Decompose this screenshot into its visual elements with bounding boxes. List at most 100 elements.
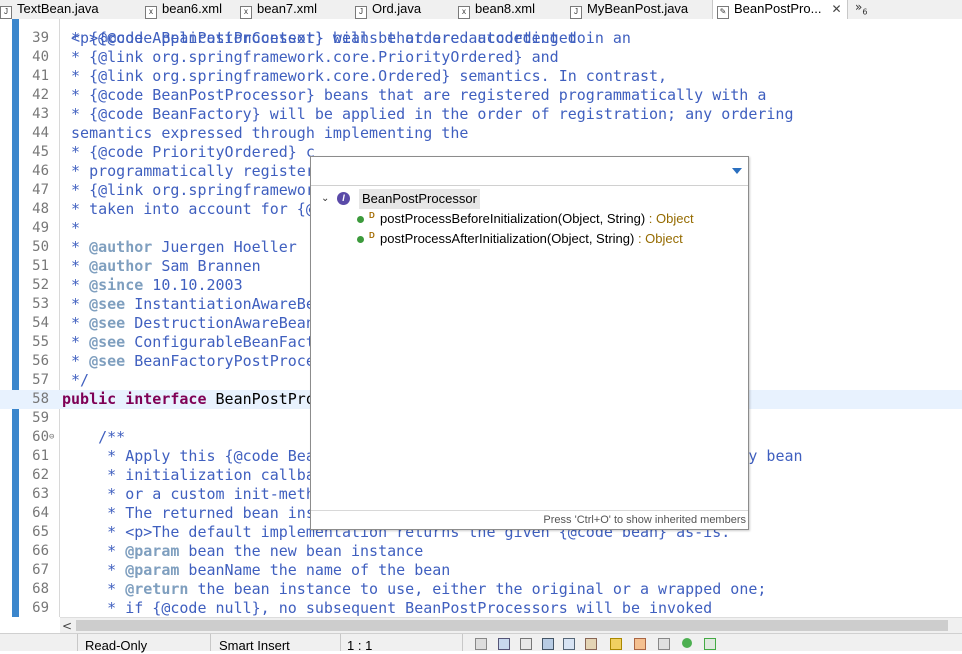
default-method-icon: D	[369, 231, 375, 240]
default-method-icon: D	[369, 211, 375, 220]
code-token: @author	[89, 238, 153, 256]
code-line[interactable]: 42 * {@code BeanPostProcessor} beans tha…	[0, 86, 962, 105]
code-token: * initialization callba	[62, 466, 315, 484]
code-line[interactable]: 39 * {@code ApplicationContext} will be …	[0, 29, 962, 48]
line-number: 53	[32, 296, 49, 312]
method-signature: postProcessBeforeInitialization(Object, …	[380, 209, 694, 229]
code-token: * programmatically register	[62, 162, 315, 180]
public-method-icon	[357, 236, 364, 243]
line-number: 48	[32, 201, 49, 217]
status-pencil-icon[interactable]	[634, 638, 646, 650]
status-run-icon[interactable]	[682, 638, 692, 648]
line-number: 69	[32, 600, 49, 616]
code-token: @param	[125, 542, 180, 560]
outline-footer: Press 'Ctrl+O' to show inherited members	[311, 510, 748, 529]
status-window-icon[interactable]	[542, 638, 554, 650]
code-token: * {@code PriorityOrdered} c	[62, 143, 315, 161]
code-text: * {@code BeanFactory} will be applied in…	[62, 105, 794, 124]
code-text: * {@link org.springframework.core.Ordere…	[62, 67, 667, 86]
line-number: 40	[32, 49, 49, 65]
line-number: 65	[32, 524, 49, 540]
code-token: BeanFactoryPostProce	[125, 352, 315, 370]
line-number: 64	[32, 505, 49, 521]
status-console-icon[interactable]	[520, 638, 532, 650]
code-line[interactable]: 66 * @param bean the new bean instance	[0, 542, 962, 561]
public-method-icon	[357, 216, 364, 223]
quick-outline-popup[interactable]: ⌄ I BeanPostProcessor DpostProcessBefore…	[310, 156, 749, 530]
outline-method-node[interactable]: DpostProcessAfterInitialization(Object, …	[311, 229, 748, 249]
code-line[interactable]: 68 * @return the bean instance to use, e…	[0, 580, 962, 599]
method-separator: :	[634, 231, 646, 246]
code-line[interactable]: 41 * {@link org.springframework.core.Ord…	[0, 67, 962, 86]
status-view-icon[interactable]	[563, 638, 575, 650]
code-token: *	[62, 561, 126, 579]
code-token: * {@code BeanFactory} will be applied in…	[62, 105, 794, 123]
outline-hint: Press 'Ctrl+O' to show inherited members	[543, 514, 746, 526]
status-divider	[210, 634, 211, 651]
code-line[interactable]: 43 * {@code BeanFactory} will be applied…	[0, 105, 962, 124]
fold-toggle-icon[interactable]: ⊖	[49, 428, 54, 447]
interface-icon: I	[337, 192, 350, 205]
code-token: *	[62, 257, 90, 275]
code-token: * {@code BeanPostProcessor} beans that a…	[62, 86, 767, 104]
code-token: @since	[89, 276, 144, 294]
status-lightbulb-icon[interactable]	[610, 638, 622, 650]
scroll-left-icon[interactable]: <	[62, 619, 72, 633]
code-line[interactable]: 44 semantics expressed through implement…	[0, 124, 962, 143]
line-number: 60	[32, 429, 49, 445]
code-text: * @see ConfigurableBeanFact	[62, 333, 315, 352]
status-test-icon[interactable]	[704, 638, 716, 650]
status-divider	[462, 634, 463, 651]
code-token: *	[62, 219, 81, 237]
code-token: *	[62, 542, 126, 560]
code-text: * @param bean the new bean instance	[62, 542, 423, 561]
code-token: * taken into account for {@	[62, 200, 315, 218]
line-number: 57	[32, 372, 49, 388]
code-token: beanName the name of the bean	[179, 561, 451, 579]
code-token: InstantiationAwareBe	[125, 295, 315, 313]
code-text: * @see InstantiationAwareBe	[62, 295, 315, 314]
scrollbar-thumb[interactable]	[76, 620, 948, 631]
outline-method-node[interactable]: DpostProcessBeforeInitialization(Object,…	[311, 209, 748, 229]
line-number: 49	[32, 220, 49, 236]
code-editor[interactable]: <p>{@code BeanPostProcessor} beans that …	[0, 19, 962, 617]
status-task-icon[interactable]	[498, 638, 510, 650]
code-line[interactable]: 40 * {@link org.springframework.core.Pri…	[0, 48, 962, 67]
code-token: @see	[89, 333, 126, 351]
code-line[interactable]: 69 * if {@code null}, no subsequent Bean…	[0, 599, 962, 618]
code-text: semantics expressed through implementing…	[62, 124, 468, 143]
outline-interface-node[interactable]: ⌄ I BeanPostProcessor	[311, 189, 748, 209]
expand-twisty-icon[interactable]: ⌄	[321, 189, 329, 209]
line-number: 59	[32, 410, 49, 426]
status-link-icon[interactable]	[658, 638, 670, 650]
code-token: @return	[125, 580, 189, 598]
code-text: * @return the bean instance to use, eith…	[62, 580, 766, 599]
code-token: * if {@code null}, no subsequent BeanPos…	[62, 599, 713, 617]
outline-filter-input[interactable]	[315, 161, 719, 181]
line-number: 68	[32, 581, 49, 597]
line-number: 66	[32, 543, 49, 559]
code-line-partial: <p>{@code BeanPostProcessor} beans that …	[0, 10, 962, 47]
code-token: *	[62, 295, 90, 313]
code-text: * {@code ApplicationContext} will be ord…	[62, 29, 586, 48]
line-number: 56	[32, 353, 49, 369]
status-tool-icon[interactable]	[585, 638, 597, 650]
code-text: * taken into account for {@	[62, 200, 315, 219]
method-return-type: Object	[656, 211, 694, 226]
status-build-icon[interactable]	[475, 638, 487, 650]
view-menu-icon[interactable]	[732, 168, 742, 174]
line-number: 39	[32, 30, 49, 46]
horizontal-scrollbar[interactable]: <	[60, 617, 962, 634]
code-text: */	[62, 371, 89, 390]
code-token: * {@code ApplicationContext} will be ord…	[62, 29, 586, 47]
line-number: 45	[32, 144, 49, 160]
code-token: the bean instance to use, either the ori…	[188, 580, 767, 598]
code-text: * {@link org.springframework.core.Priori…	[62, 48, 559, 67]
code-line[interactable]: 67 * @param beanName the name of the bea…	[0, 561, 962, 580]
line-number: 46	[32, 163, 49, 179]
code-token: *	[62, 238, 90, 256]
line-number: 42	[32, 87, 49, 103]
code-token: semantics expressed through implementing…	[62, 124, 469, 142]
code-text: * @author Sam Brannen	[62, 257, 261, 276]
code-token: 10.10.2003	[143, 276, 243, 294]
